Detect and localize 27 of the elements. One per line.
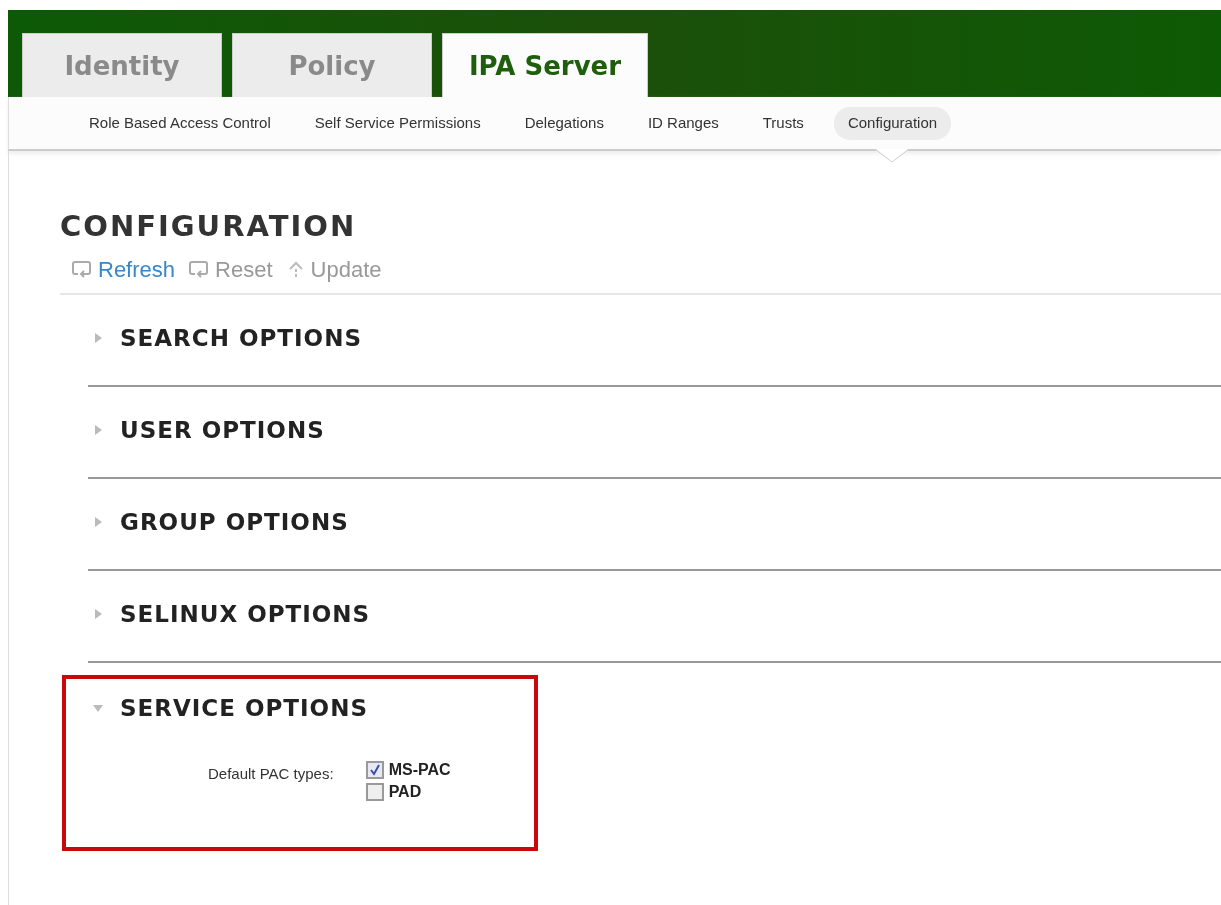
expand-caret-icon: [92, 516, 104, 528]
checkbox-label[interactable]: PAD: [388, 783, 422, 801]
checkmark-icon: [368, 764, 381, 776]
sub-nav-link[interactable]: ID Ranges: [633, 106, 733, 140]
checkbox[interactable]: [365, 783, 384, 801]
section-header[interactable]: SEARCH OPTIONS: [88, 295, 362, 351]
collapse-caret-icon: [92, 702, 104, 714]
sub-nav-link[interactable]: Delegations: [510, 106, 618, 140]
sub-nav-link[interactable]: Trusts: [748, 106, 818, 140]
section-header[interactable]: SERVICE OPTIONS: [88, 679, 368, 721]
sub-nav-link[interactable]: Role Based Access Control: [75, 106, 285, 140]
sub-nav-link[interactable]: Configuration: [833, 106, 952, 140]
page-title: CONFIGURATION: [60, 209, 358, 243]
field-label: Default PAC types:: [208, 764, 334, 784]
expand-caret-icon: [92, 608, 104, 620]
sub-nav-link[interactable]: Self Service Permissions: [300, 106, 495, 140]
action-link[interactable]: Refresh: [72, 257, 176, 283]
checkbox-label[interactable]: MS-PAC: [388, 761, 451, 779]
nav-tab[interactable]: IPA Server: [442, 33, 648, 97]
section-header[interactable]: SELINUX OPTIONS: [88, 571, 371, 627]
expand-caret-icon: [92, 332, 104, 344]
expand-caret-icon: [92, 424, 104, 436]
section-header[interactable]: GROUP OPTIONS: [88, 479, 349, 535]
refresh-icon: [189, 261, 210, 279]
section-header[interactable]: USER OPTIONS: [88, 387, 325, 443]
checkbox[interactable]: [365, 761, 384, 779]
refresh-icon: [72, 261, 92, 279]
